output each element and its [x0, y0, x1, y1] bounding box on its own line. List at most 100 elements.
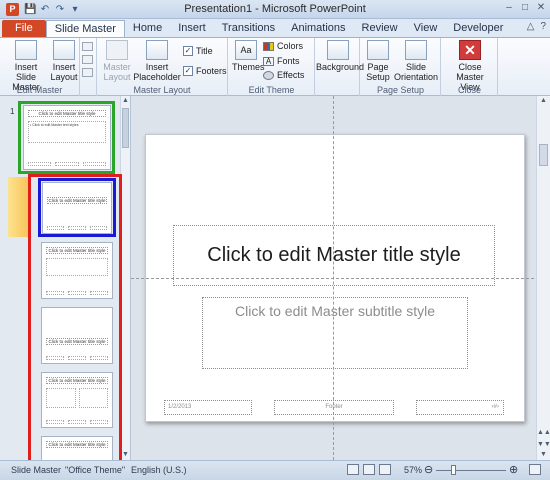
themes-icon: Aa	[235, 40, 257, 60]
fit-to-window-icon[interactable]	[529, 464, 541, 475]
delete-slide-icon[interactable]	[82, 42, 93, 51]
master-thumb-footer	[28, 162, 106, 166]
themes-button[interactable]: Aa Themes	[232, 40, 265, 72]
maximize-button[interactable]: □	[518, 1, 532, 15]
help-icon[interactable]: ?	[540, 21, 546, 32]
tab-slide-master[interactable]: Slide Master	[45, 20, 125, 37]
layout-thumbnail-two-content[interactable]: Click to edit Master title style	[41, 372, 113, 428]
layout2-thumb-title: Click to edit Master title style	[46, 247, 108, 254]
master-side-icons	[82, 42, 94, 77]
zoom-out-icon[interactable]: ⊖	[424, 463, 433, 476]
tab-transitions[interactable]: Transitions	[214, 20, 283, 37]
effects-button[interactable]: Effects	[263, 70, 304, 80]
title-checkbox-box: ✓	[183, 46, 193, 56]
layout-thumbnail-comparison[interactable]: Click to edit Master title style	[41, 436, 113, 460]
layout-thumbnail-section[interactable]: Click to edit Master title style	[41, 307, 113, 364]
preserve-icon[interactable]	[82, 68, 93, 77]
ribbon-tabs: File Slide Master Home Insert Transition…	[0, 19, 550, 37]
tab-review[interactable]: Review	[354, 20, 406, 37]
group-label-master-layout: Master Layout	[133, 85, 191, 95]
insert-slide-master-icon	[15, 40, 37, 60]
minimize-ribbon-icon[interactable]: △	[527, 21, 535, 32]
layout-thumbnail-content[interactable]: Click to edit Master title style	[41, 242, 113, 299]
slide-orientation-button[interactable]: Slide Orientation	[393, 40, 439, 82]
footers-checkbox[interactable]: ✓ Footers	[183, 66, 227, 76]
slide-orientation-icon	[405, 40, 427, 60]
zoom-percent[interactable]: 57%	[404, 465, 422, 475]
fonts-button[interactable]: A Fonts	[263, 56, 300, 66]
tab-file[interactable]: File	[2, 20, 46, 37]
group-label-close: Close	[457, 85, 481, 95]
rename-icon[interactable]	[82, 55, 93, 64]
window-controls: – □ ✕	[502, 1, 548, 15]
group-label-edit-master: Edit Master	[16, 85, 63, 95]
tab-insert[interactable]: Insert	[170, 20, 214, 37]
group-edit-theme: Aa Themes Colors A Fonts Effects Edit Th…	[229, 38, 315, 96]
reading-view-icon[interactable]	[379, 464, 391, 475]
close-window-button[interactable]: ✕	[534, 1, 548, 15]
master-thumb-body: • Click to edit Master text styles	[28, 121, 106, 143]
background-button[interactable]: Background	[316, 40, 364, 72]
layout4-thumb-footer	[46, 420, 108, 424]
scroll-down-arrow-icon[interactable]: ▼	[121, 450, 130, 460]
fonts-icon: A	[263, 56, 274, 66]
group-label-page-setup: Page Setup	[376, 85, 425, 95]
tab-animations[interactable]: Animations	[283, 20, 353, 37]
date-placeholder[interactable]: 1/2/2013	[164, 400, 252, 415]
master-layout-button[interactable]: Master Layout	[101, 40, 133, 82]
title-placeholder[interactable]: Click to edit Master title style	[173, 225, 495, 286]
status-language[interactable]: English (U.S.)	[131, 465, 187, 475]
minimize-button[interactable]: –	[502, 1, 516, 15]
title-checkbox[interactable]: ✓ Title	[183, 46, 213, 56]
insert-placeholder-button[interactable]: Insert Placeholder	[133, 40, 181, 82]
layout2-thumb-body	[46, 258, 108, 276]
group-edit-master: Insert Slide Master Insert Layout Edit M…	[0, 38, 80, 96]
prev-slide-icon[interactable]: ▲▲	[537, 429, 550, 436]
normal-view-icon[interactable]	[347, 464, 359, 475]
tab-developer[interactable]: Developer	[445, 20, 511, 37]
footer-placeholder[interactable]: Footer	[274, 400, 394, 415]
background-icon	[327, 40, 349, 60]
insert-placeholder-icon	[146, 40, 168, 60]
layout4-thumb-columns	[46, 388, 108, 408]
layout-thumbnail-title[interactable]: Click to edit Master title style	[42, 182, 112, 234]
scroll-up-arrow-icon[interactable]: ▲	[121, 96, 130, 106]
insert-layout-button[interactable]: Insert Layout	[50, 40, 78, 82]
ribbon: Insert Slide Master Insert Layout Edit M…	[0, 37, 550, 96]
group-background: Background	[316, 38, 364, 96]
subtitle-placeholder[interactable]: Click to edit Master subtitle style	[202, 297, 468, 369]
group-page-setup: Page Setup Slide Orientation Page Setup	[361, 38, 441, 96]
tab-home[interactable]: Home	[125, 20, 170, 37]
slide-scroll-up-icon[interactable]: ▲	[537, 96, 550, 106]
master-thumb-title: Click to edit Master title style	[28, 110, 106, 117]
master-thumbnail[interactable]: Click to edit Master title style • Click…	[23, 105, 111, 170]
zoom-in-icon[interactable]: ⊕	[509, 463, 518, 476]
selected-layout-indicator	[8, 177, 29, 237]
slide-scrollbar[interactable]: ▲ ▲▲ ▼▼ ▼	[536, 96, 550, 460]
layout1-thumb-footer	[47, 226, 107, 230]
page-setup-button[interactable]: Page Setup	[365, 40, 391, 82]
zoom-slider[interactable]	[436, 470, 506, 471]
layout4-thumb-title: Click to edit Master title style	[46, 377, 108, 384]
layout3-thumb-title: Click to edit Master title style	[46, 338, 108, 345]
slide-number-placeholder[interactable]: ‹#›	[416, 400, 504, 415]
effects-icon	[263, 70, 274, 80]
colors-button[interactable]: Colors	[263, 41, 303, 51]
thumbnail-scroll-thumb[interactable]	[122, 108, 129, 148]
master-layout-icon	[106, 40, 128, 60]
slide-sorter-icon[interactable]	[363, 464, 375, 475]
layout2-thumb-footer	[46, 291, 108, 295]
slide-scroll-down-icon[interactable]: ▼	[537, 450, 550, 460]
tab-view[interactable]: View	[406, 20, 446, 37]
layout5-thumb-title: Click to edit Master title style	[46, 441, 108, 448]
slide-scroll-thumb[interactable]	[539, 144, 548, 166]
next-slide-icon[interactable]: ▼▼	[537, 441, 550, 448]
footers-checkbox-box: ✓	[183, 66, 193, 76]
thumbnail-scrollbar[interactable]: ▲ ▼	[120, 96, 130, 460]
page-setup-icon	[367, 40, 389, 60]
insert-layout-icon	[53, 40, 75, 60]
group-label-edit-theme: Edit Theme	[248, 85, 295, 95]
group-close: ✕ Close Master View Close	[442, 38, 498, 96]
zoom-slider-thumb[interactable]	[451, 465, 457, 475]
status-bar: Slide Master "Office Theme" English (U.S…	[0, 460, 550, 480]
